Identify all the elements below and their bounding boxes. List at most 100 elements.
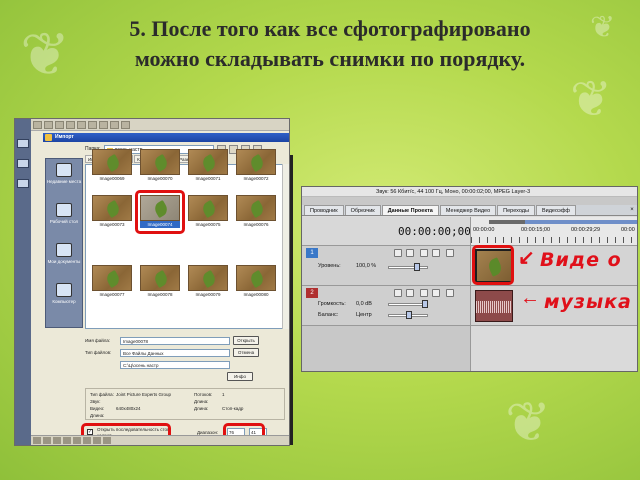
- next-frame-icon[interactable]: [103, 437, 111, 444]
- slide-title-line-2: можно складывать снимки по порядку.: [134, 46, 526, 71]
- filetype-label: Тип файлов:: [85, 350, 112, 355]
- tab-project-media[interactable]: Данные Проекта: [381, 205, 439, 215]
- balance-value: Центр: [356, 312, 372, 318]
- places-bar: Недавние места Рабочий стол Мои документ…: [45, 158, 83, 328]
- mute-icon[interactable]: [394, 289, 402, 297]
- place-documents[interactable]: Мои документы: [46, 239, 82, 279]
- cut-icon[interactable]: [66, 121, 75, 129]
- play-icon[interactable]: [53, 437, 61, 444]
- balance-slider-knob[interactable]: [406, 311, 412, 319]
- volume-value: 0,0 dB: [356, 301, 372, 307]
- selected-thumb-highlight: [135, 190, 185, 234]
- rewind-icon[interactable]: [43, 437, 51, 444]
- fx-icon[interactable]: [432, 289, 440, 297]
- place-label: Недавние места: [46, 179, 82, 184]
- arm-record-icon[interactable]: [420, 289, 428, 297]
- thumbnail-item[interactable]: Image00076: [236, 195, 276, 228]
- level-slider-knob[interactable]: [414, 263, 420, 271]
- thumbnail-item[interactable]: Image00078: [140, 265, 180, 298]
- timecode-header: 00:00:00;00: [302, 217, 471, 245]
- fx-icon[interactable]: [420, 249, 428, 257]
- tab-video-effects[interactable]: Видеоэфф: [535, 205, 576, 215]
- help-icon[interactable]: [121, 121, 130, 129]
- thumbnail-caption: Image00069: [99, 176, 125, 181]
- arrow-icon: ↙: [518, 247, 535, 269]
- thumbnail-caption: Image00077: [99, 292, 125, 297]
- thumbnail-image: [140, 265, 180, 291]
- close-icon[interactable]: ×: [627, 205, 637, 215]
- dialog-title: Импорт: [55, 134, 74, 140]
- record-icon[interactable]: [33, 437, 41, 444]
- open-button[interactable]: Открыть: [233, 336, 259, 345]
- pause-icon[interactable]: [73, 437, 81, 444]
- track-thumb[interactable]: [17, 159, 29, 168]
- track-thumb[interactable]: [17, 179, 29, 188]
- play-from-start-icon[interactable]: [63, 437, 71, 444]
- window-gap: [302, 197, 637, 205]
- slide-title-line-1: 5. После того как все сфотографировано: [129, 16, 531, 41]
- thumbnail-item[interactable]: Image00075: [188, 195, 228, 228]
- volume-slider-knob[interactable]: [422, 300, 428, 308]
- cancel-button[interactable]: Отмена: [233, 348, 259, 357]
- filetype-select[interactable]: Все Файлы Данных: [120, 348, 230, 357]
- thumbnail-item[interactable]: Image00080: [236, 265, 276, 298]
- place-recent[interactable]: Недавние места: [46, 159, 82, 199]
- place-label: Компьютер: [52, 299, 76, 304]
- redo-icon[interactable]: [110, 121, 119, 129]
- open-icon[interactable]: [44, 121, 53, 129]
- filename-row: Имя файла: Image00078 Открыть: [85, 336, 259, 345]
- selection-bar[interactable]: [525, 220, 637, 224]
- place-label: Рабочий стол: [49, 219, 79, 224]
- mute-icon[interactable]: [394, 249, 402, 257]
- thumbnail-image: [188, 265, 228, 291]
- new-icon[interactable]: [33, 121, 42, 129]
- tab-transitions[interactable]: Переходы: [497, 205, 535, 215]
- audio-clip[interactable]: [475, 290, 513, 322]
- solo-icon[interactable]: [406, 289, 414, 297]
- thumbnail-item[interactable]: Image00070: [140, 149, 180, 182]
- empty-header-area: [302, 325, 470, 371]
- stop-icon[interactable]: [83, 437, 91, 444]
- track-menu-icon[interactable]: [446, 289, 454, 297]
- thumbnail-caption: Image00080: [243, 292, 269, 297]
- ruler-mark: 00:00:15;00: [521, 227, 551, 233]
- loop-region[interactable]: [489, 220, 525, 224]
- copy-icon[interactable]: [77, 121, 86, 129]
- thumbnail-item[interactable]: Image00069: [92, 149, 132, 182]
- path-field[interactable]: C:\Ц\осень настр: [120, 360, 230, 369]
- solo-icon[interactable]: [406, 249, 414, 257]
- track-menu-icon[interactable]: [446, 249, 454, 257]
- tab-trimmer[interactable]: Обрезчик: [344, 205, 381, 215]
- thumbnail-item[interactable]: Image00073: [92, 195, 132, 228]
- thumbnail-caption: Image00071: [195, 176, 221, 181]
- paste-icon[interactable]: [88, 121, 97, 129]
- track-thumb[interactable]: [17, 139, 29, 148]
- butterfly-decoration: ❦: [505, 390, 552, 454]
- length2-value: Стоп-кадр: [222, 406, 244, 411]
- prev-frame-icon[interactable]: [93, 437, 101, 444]
- undo-icon[interactable]: [99, 121, 108, 129]
- filename-input[interactable]: Image00078: [120, 336, 230, 345]
- length-label: Длина:: [90, 413, 105, 418]
- divider: [290, 155, 293, 445]
- waveform: [476, 301, 512, 313]
- audio-track-header: 2 Громкость: 0,0 dB Баланс: Центр: [302, 285, 470, 325]
- thumbnail-image: [140, 149, 180, 175]
- level-slider[interactable]: [388, 266, 428, 269]
- thumbnail-item[interactable]: Image00079: [188, 265, 228, 298]
- place-desktop[interactable]: Рабочий стол: [46, 199, 82, 239]
- place-computer[interactable]: Компьютер: [46, 279, 82, 309]
- composite-icon[interactable]: [432, 249, 440, 257]
- tab-video-manager[interactable]: Менеджер Видео: [439, 205, 497, 215]
- thumbnail-item[interactable]: Image00071: [188, 149, 228, 182]
- thumbnail-item[interactable]: Image00072: [236, 149, 276, 182]
- music-annotation: музыка: [544, 291, 632, 313]
- tab-explorer[interactable]: Проводник: [304, 205, 344, 215]
- vertical-scrollbar[interactable]: [282, 164, 289, 329]
- dialog-title-bar: Импорт: [43, 133, 289, 142]
- timeline-ruler[interactable]: 00:00:00 00:00:15;00 00:00:29;29 00:00: [470, 217, 637, 245]
- save-icon[interactable]: [55, 121, 64, 129]
- info-button[interactable]: Инфо: [227, 372, 253, 381]
- recent-places-icon: [56, 163, 72, 177]
- thumbnail-item[interactable]: Image00077: [92, 265, 132, 298]
